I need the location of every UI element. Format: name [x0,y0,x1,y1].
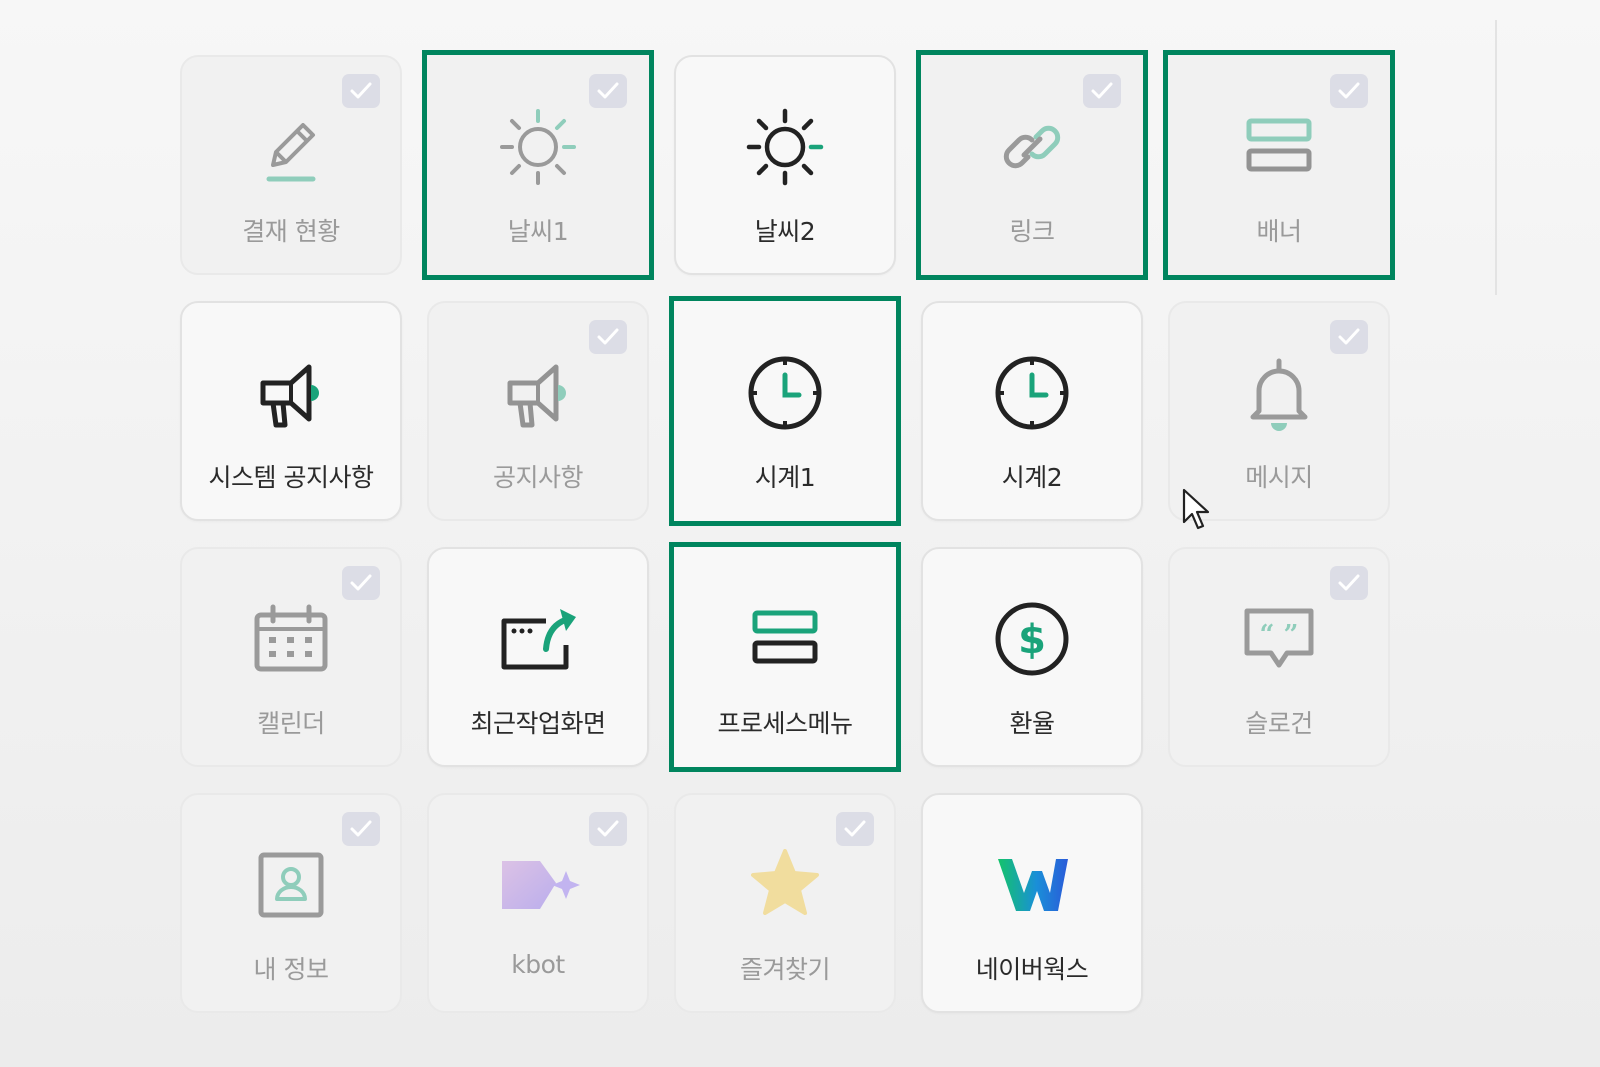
bell-icon [1231,345,1327,441]
widget-tile[interactable]: 내 정보 [180,793,402,1013]
widget-tile[interactable]: 결재 현황 [180,55,402,275]
checkbox-checked-icon[interactable] [342,566,380,600]
svg-text:$: $ [1018,617,1046,663]
widget-tile[interactable]: 배너 [1163,50,1395,280]
sun-icon [737,99,833,195]
widget-tile[interactable]: “ ” 슬로건 [1168,547,1390,767]
link-icon [984,99,1080,195]
widget-label: 날씨2 [754,217,816,246]
dollar-icon: $ [984,591,1080,687]
widget-label: 내 정보 [253,955,329,984]
widget-tile[interactable]: 최근작업화면 [427,547,649,767]
svg-text:“ ”: “ ” [1260,620,1299,650]
widget-label: 슬로건 [1245,709,1313,738]
kbot-icon [490,837,586,933]
checkbox-checked-icon[interactable] [1330,74,1368,108]
widget-label: 최근작업화면 [470,709,606,738]
widget-tile[interactable]: 즐겨찾기 [674,793,896,1013]
checkbox-checked-icon[interactable] [342,812,380,846]
widget-tile[interactable]: $ 환율 [921,547,1143,767]
widget-label: kbot [511,950,565,979]
widget-grid: 결재 현황 날씨1 날씨2 링크 배너 시스템 공지사항 공지사항 시계1 시계2 메시지 캘린더 최… [180,50,1420,1035]
process-menu-icon [737,591,833,687]
profile-icon [243,837,339,933]
widget-tile[interactable]: 캘린더 [180,547,402,767]
widget-label: 공지사항 [492,463,584,492]
widget-label: 캘린더 [257,709,325,738]
widget-tile[interactable]: 시스템 공지사항 [180,301,402,521]
widget-label: 시계2 [1001,463,1063,492]
naverworks-icon [984,837,1080,933]
widget-label: 네이버웍스 [975,955,1089,984]
widget-tile[interactable]: 프로세스메뉴 [669,542,901,772]
megaphone-icon [243,345,339,441]
widget-label: 결재 현황 [242,217,340,246]
widget-tile[interactable]: kbot [427,793,649,1013]
widget-tile[interactable]: 시계1 [669,296,901,526]
widget-label: 프로세스메뉴 [717,709,853,738]
widget-label: 시스템 공지사항 [208,463,374,492]
checkbox-checked-icon[interactable] [589,812,627,846]
checkbox-checked-icon[interactable] [589,74,627,108]
star-icon [737,837,833,933]
widget-label: 링크 [1009,217,1055,246]
megaphone-icon [490,345,586,441]
widget-label: 시계1 [754,463,816,492]
checkbox-checked-icon[interactable] [1083,74,1121,108]
widget-tile[interactable]: 날씨2 [674,55,896,275]
quote-bubble-icon: “ ” [1231,591,1327,687]
clock-icon [737,345,833,441]
calendar-icon [243,591,339,687]
widget-tile[interactable]: 공지사항 [427,301,649,521]
checkbox-checked-icon[interactable] [836,812,874,846]
recent-screen-icon [490,591,586,687]
sun-dashed-icon [490,99,586,195]
widget-tile[interactable]: 시계2 [921,301,1143,521]
checkbox-checked-icon[interactable] [589,320,627,354]
checkbox-checked-icon[interactable] [1330,320,1368,354]
mouse-cursor-icon [1182,488,1210,530]
checkbox-checked-icon[interactable] [342,74,380,108]
clock-icon [984,345,1080,441]
pencil-icon [243,99,339,195]
widget-tile[interactable]: 링크 [916,50,1148,280]
widget-label: 즐겨찾기 [739,955,831,984]
banner-icon [1231,99,1327,195]
widget-label: 배너 [1256,217,1302,246]
divider-line [1495,20,1497,295]
widget-label: 날씨1 [507,217,569,246]
widget-tile[interactable]: 네이버웍스 [921,793,1143,1013]
checkbox-checked-icon[interactable] [1330,566,1368,600]
widget-label: 환율 [1009,709,1055,738]
widget-tile[interactable]: 날씨1 [422,50,654,280]
